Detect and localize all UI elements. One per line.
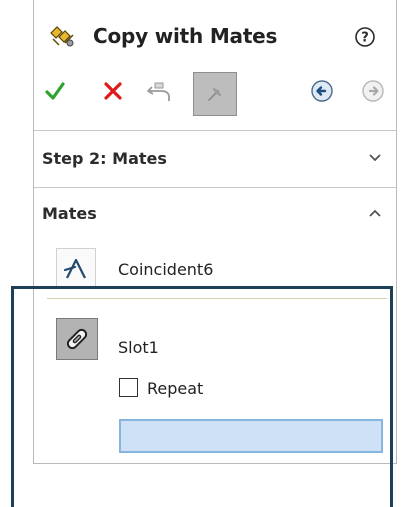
highlight-frame	[11, 286, 393, 507]
step2-mates-title: Step 2: Mates	[42, 149, 167, 168]
pushpin-icon	[208, 88, 221, 101]
back-arrow-icon[interactable]	[310, 79, 334, 103]
chevron-up-icon[interactable]	[367, 207, 383, 219]
next-arrow-icon[interactable]	[361, 79, 385, 103]
step2-mates-header[interactable]: Step 2: Mates	[34, 131, 396, 187]
panel-header: Copy with Mates ?	[34, 0, 396, 72]
mate-item-label: Coincident6	[118, 260, 214, 279]
coincident-icon	[63, 258, 86, 279]
confirmation-toolbar	[34, 72, 396, 126]
svg-text:?: ?	[361, 31, 369, 46]
undo-icon[interactable]	[146, 80, 174, 104]
copy-with-mates-icon	[50, 26, 74, 47]
chevron-down-icon[interactable]	[367, 152, 383, 164]
check-icon[interactable]	[44, 80, 66, 102]
mates-section-title: Mates	[42, 204, 97, 223]
coincident-mate-icon	[56, 248, 96, 288]
keep-visible-button[interactable]	[193, 72, 237, 116]
help-icon[interactable]: ?	[354, 26, 376, 48]
close-icon[interactable]	[102, 80, 124, 102]
mates-header[interactable]: Mates	[34, 188, 396, 244]
panel-title: Copy with Mates	[93, 24, 278, 48]
